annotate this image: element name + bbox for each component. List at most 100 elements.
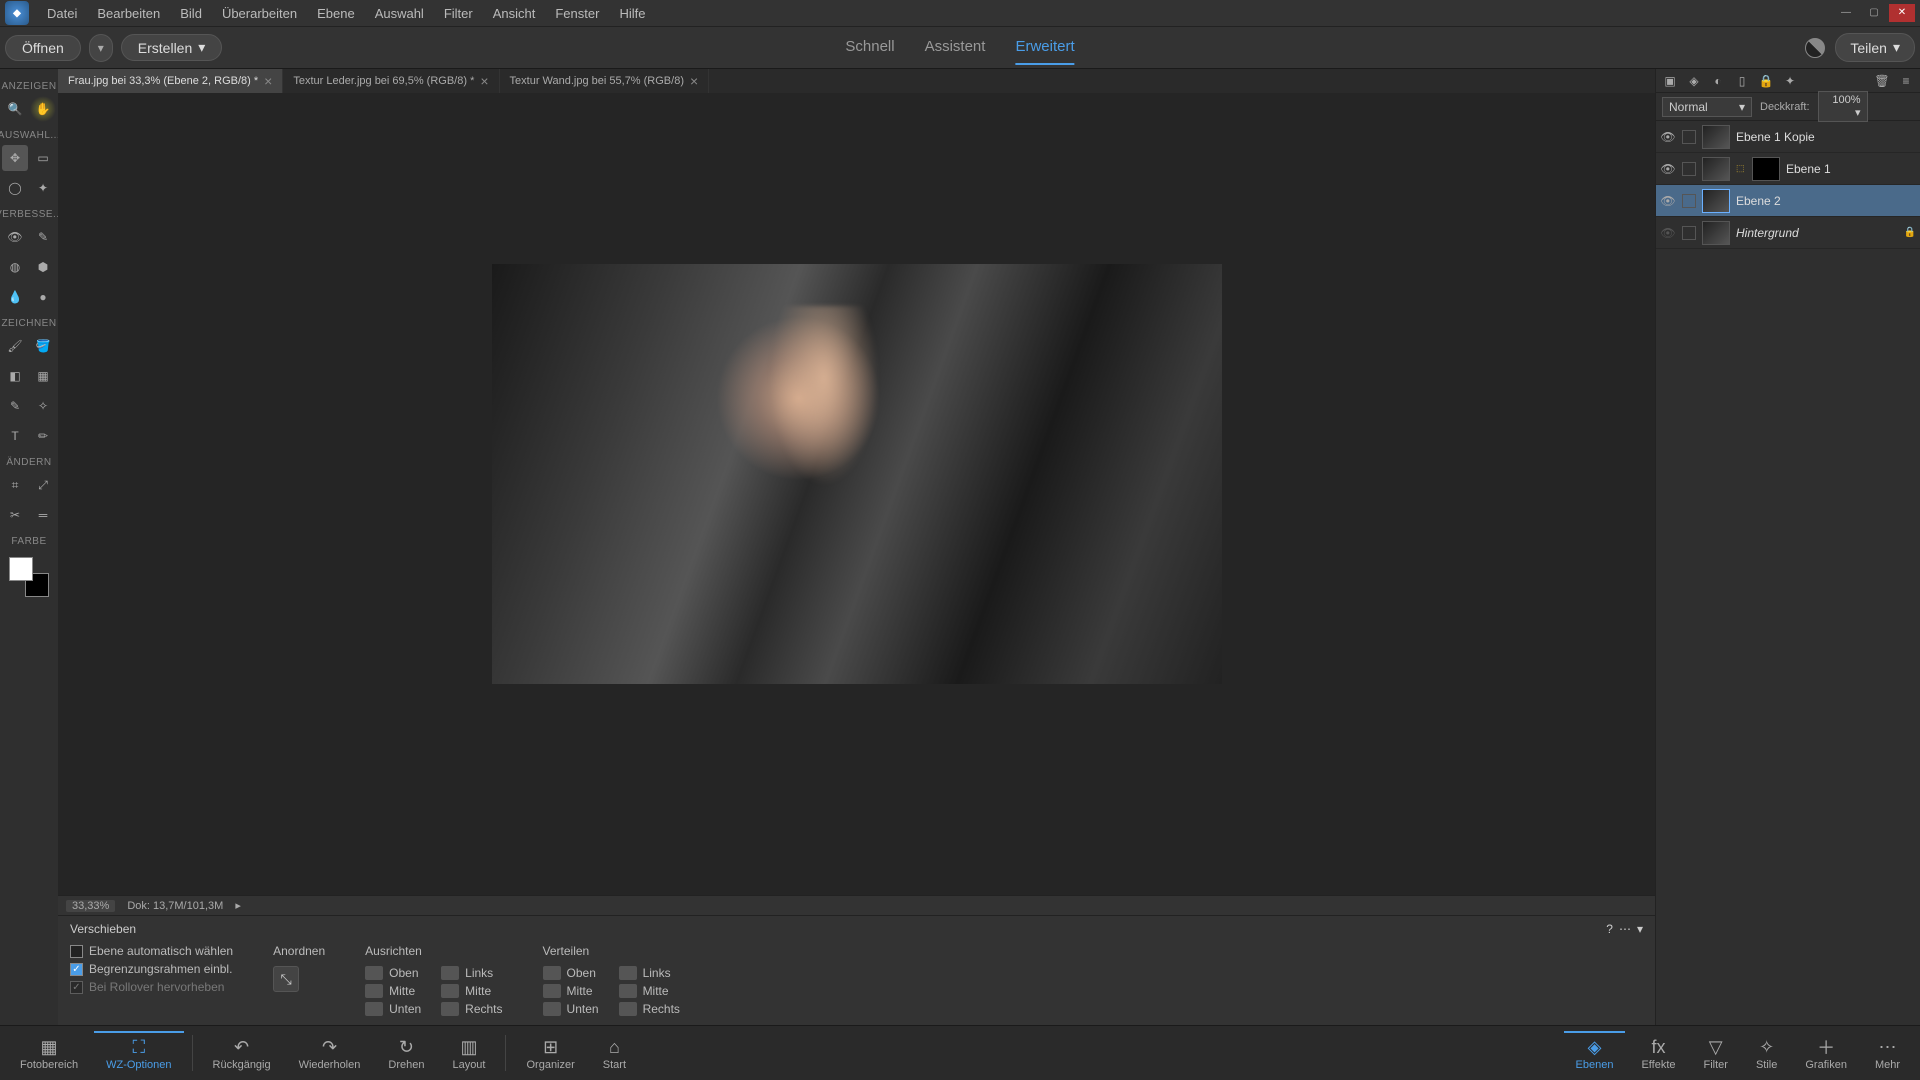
straighten-tool[interactable]: ═: [30, 502, 56, 528]
mask-link-icon[interactable]: ⬚: [1736, 163, 1746, 174]
distribute-top-button[interactable]: Oben: [543, 966, 599, 980]
default-colors-icon[interactable]: [39, 557, 49, 567]
content-tool[interactable]: ✂: [2, 502, 28, 528]
layer-row-selected[interactable]: 👁 Ebene 2: [1656, 185, 1920, 217]
chk-rollover[interactable]: ✓Bei Rollover hervorheben: [70, 980, 233, 994]
align-bottom-button[interactable]: Unten: [365, 1002, 421, 1016]
hand-tool[interactable]: ✋: [30, 96, 56, 122]
close-button[interactable]: ✕: [1889, 4, 1915, 22]
nav-effekte[interactable]: fxEffekte: [1629, 1031, 1687, 1075]
help-icon[interactable]: ?: [1606, 922, 1613, 936]
link-toggle[interactable]: [1682, 162, 1696, 176]
opacity-input[interactable]: 100% ▾: [1818, 91, 1868, 122]
menu-ueberarbeiten[interactable]: Überarbeiten: [212, 0, 307, 27]
layer-name[interactable]: Ebene 1 Kopie: [1736, 130, 1916, 144]
nav-wiederholen[interactable]: ↷Wiederholen: [287, 1031, 373, 1075]
tooth-tool[interactable]: ✎: [30, 224, 56, 250]
chk-bounding-box[interactable]: ✓Begrenzungsrahmen einbl.: [70, 962, 233, 976]
distribute-bottom-button[interactable]: Unten: [543, 1002, 599, 1016]
layer-thumbnail[interactable]: [1702, 125, 1730, 149]
type-tool[interactable]: T: [2, 423, 28, 449]
menu-datei[interactable]: Datei: [37, 0, 87, 27]
open-dropdown[interactable]: ▾: [89, 34, 113, 62]
foreground-color-swatch[interactable]: [9, 557, 33, 581]
shape-tool[interactable]: ✧: [30, 393, 56, 419]
checkbox-checked-icon[interactable]: ✓: [70, 963, 83, 976]
visibility-toggle-off[interactable]: 👁: [1660, 225, 1676, 241]
maximize-button[interactable]: ▢: [1861, 4, 1887, 22]
align-middle-button[interactable]: Mitte: [365, 984, 421, 998]
healing-tool[interactable]: ◍: [2, 254, 28, 280]
align-top-button[interactable]: Oben: [365, 966, 421, 980]
layer-row[interactable]: 👁 ⬚ Ebene 1: [1656, 153, 1920, 185]
zoom-tool[interactable]: 🔍: [2, 96, 28, 122]
wand-tool[interactable]: ✦: [30, 175, 56, 201]
nav-stile[interactable]: ✧Stile: [1744, 1031, 1789, 1075]
eyedropper-tool[interactable]: ✎: [2, 393, 28, 419]
theme-toggle-icon[interactable]: [1805, 38, 1825, 58]
menu-ansicht[interactable]: Ansicht: [483, 0, 546, 27]
blur-tool[interactable]: 💧: [2, 284, 28, 310]
menu-auswahl[interactable]: Auswahl: [365, 0, 434, 27]
eye-tool[interactable]: 👁: [2, 224, 28, 250]
tab-schnell[interactable]: Schnell: [845, 30, 894, 65]
close-tab-icon[interactable]: ×: [264, 73, 272, 89]
adjustment-icon[interactable]: ◐: [1710, 73, 1726, 89]
crop-tool[interactable]: ⌗: [2, 472, 28, 498]
nav-wz-optionen[interactable]: ⛶WZ-Optionen: [94, 1031, 183, 1075]
nav-mehr[interactable]: ⋯Mehr: [1863, 1031, 1912, 1075]
menu-fenster[interactable]: Fenster: [545, 0, 609, 27]
align-right-button[interactable]: Rechts: [441, 1002, 502, 1016]
align-center-button[interactable]: Mitte: [441, 984, 502, 998]
mask-icon[interactable]: ▯: [1734, 73, 1750, 89]
link-toggle[interactable]: [1682, 226, 1696, 240]
menu-filter[interactable]: Filter: [434, 0, 483, 27]
gradient-tool[interactable]: ▦: [30, 363, 56, 389]
tab-erweitert[interactable]: Erweitert: [1015, 30, 1074, 65]
menu-bearbeiten[interactable]: Bearbeiten: [87, 0, 170, 27]
blend-mode-select[interactable]: Normal▾: [1662, 97, 1752, 117]
minimize-button[interactable]: —: [1833, 4, 1859, 22]
recompose-tool[interactable]: ⤢: [30, 472, 56, 498]
layer-name[interactable]: Hintergrund: [1736, 226, 1898, 240]
doc-tab-3[interactable]: Textur Wand.jpg bei 55,7% (RGB/8)×: [500, 69, 710, 93]
tab-assistent[interactable]: Assistent: [925, 30, 986, 65]
close-tab-icon[interactable]: ×: [690, 73, 698, 89]
link-toggle[interactable]: [1682, 194, 1696, 208]
more-icon[interactable]: ⋯: [1619, 922, 1631, 936]
layer-thumbnail[interactable]: [1702, 189, 1730, 213]
lasso-tool[interactable]: ◯: [2, 175, 28, 201]
lock-icon[interactable]: 🔒: [1904, 227, 1916, 238]
arrange-button[interactable]: ⤡: [273, 966, 299, 992]
align-left-button[interactable]: Links: [441, 966, 502, 980]
nav-filter[interactable]: ▽Filter: [1692, 1031, 1740, 1075]
menu-ebene[interactable]: Ebene: [307, 0, 365, 27]
brush-tool[interactable]: 🖌: [2, 333, 28, 359]
nav-layout[interactable]: ▥Layout: [440, 1031, 497, 1075]
visibility-toggle[interactable]: 👁: [1660, 193, 1676, 209]
open-button[interactable]: Öffnen: [5, 35, 81, 61]
layer-thumbnail[interactable]: [1702, 157, 1730, 181]
pencil-tool[interactable]: ✏: [30, 423, 56, 449]
canvas[interactable]: [492, 264, 1222, 684]
layer-row[interactable]: 👁 Ebene 1 Kopie: [1656, 121, 1920, 153]
zoom-level[interactable]: 33,33%: [66, 900, 115, 912]
nav-start[interactable]: ⌂Start: [591, 1031, 638, 1075]
collapse-icon[interactable]: ▾: [1637, 922, 1643, 936]
checkbox-icon[interactable]: [70, 945, 83, 958]
stamp-tool[interactable]: ⬢: [30, 254, 56, 280]
close-tab-icon[interactable]: ×: [480, 73, 488, 89]
panel-menu-icon[interactable]: ≡: [1898, 73, 1914, 89]
move-tool[interactable]: ✥: [2, 145, 28, 171]
create-button[interactable]: Erstellen ▾: [121, 34, 223, 61]
lock-icon[interactable]: 🔒: [1758, 73, 1774, 89]
layer-mask-thumbnail[interactable]: [1752, 157, 1780, 181]
status-chevron-icon[interactable]: ▸: [235, 899, 241, 912]
share-button[interactable]: Teilen ▾: [1835, 33, 1915, 62]
bucket-tool[interactable]: 🪣: [30, 333, 56, 359]
visibility-toggle[interactable]: 👁: [1660, 129, 1676, 145]
nav-rueckgaengig[interactable]: ↶Rückgängig: [201, 1031, 283, 1075]
trash-icon[interactable]: 🗑: [1874, 73, 1890, 89]
chk-auto-select[interactable]: Ebene automatisch wählen: [70, 944, 233, 958]
canvas-area[interactable]: [58, 93, 1655, 895]
